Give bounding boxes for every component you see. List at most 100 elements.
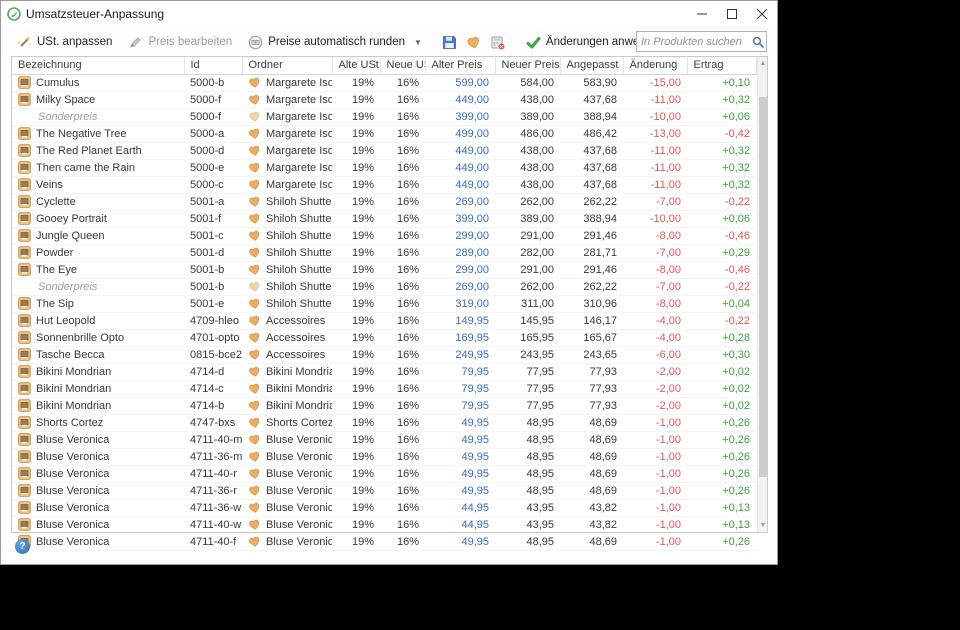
scrollbar-thumb[interactable]	[758, 97, 768, 477]
adjusted-cell: 43,82	[560, 516, 623, 534]
product-icon	[18, 314, 31, 327]
table-row[interactable]: Sonnenbrille Opto 4701-opto Accessoires 19%…	[12, 329, 756, 347]
old_vat-cell: 19%	[332, 346, 380, 364]
product-name-cell: The Red Planet Earth	[12, 142, 184, 160]
adjusted-cell: 43,82	[560, 499, 623, 517]
search-input[interactable]	[637, 35, 749, 48]
table-row[interactable]: The Red Planet Earth5000-dMargarete Isoh…	[12, 142, 756, 160]
column-header-new_vat[interactable]: Neue USt.	[380, 57, 426, 75]
table-row[interactable]: Tasche Becca 0815-bce2 Accessoires 19% 16% 24…	[12, 346, 756, 364]
change-cell: -1,00	[623, 499, 687, 517]
table-row[interactable]: Then came the Rain5000-eMargarete Isoh19…	[12, 159, 756, 177]
column-header-old_vat[interactable]: Alte USt.	[332, 57, 381, 75]
adjusted-cell: 437,68	[560, 176, 623, 194]
table-row[interactable]: Veins5000-cMargarete Isoh19%16%449,00438…	[12, 176, 756, 194]
scroll-down-icon[interactable]: ▼	[758, 519, 769, 532]
folder-icon	[249, 349, 260, 360]
new_vat-cell: 16%	[380, 108, 425, 126]
profit-cell: +0,04	[687, 295, 756, 313]
table-row[interactable]: Bikini Mondrian4714-dBikini Mondrian19%1…	[12, 363, 756, 381]
column-header-new_price[interactable]: Neuer Preis	[495, 57, 561, 75]
old_vat-cell: 19%	[332, 482, 380, 500]
close-button[interactable]	[747, 1, 777, 27]
edit-price-button[interactable]: Preis bearbeiten	[120, 31, 240, 54]
table-row[interactable]: Bluse Veronica4711-40-wBluse Veronica19%…	[12, 516, 756, 534]
minimize-button[interactable]	[687, 1, 717, 27]
help-button[interactable]: ?	[15, 539, 30, 554]
folder-cell: Bluse Veronica	[242, 499, 332, 517]
folder-cell: Margarete Isoh	[242, 108, 332, 126]
table-row[interactable]: Sonderpreis 5000-fMargarete Isoh19%16%399…	[12, 108, 756, 126]
search-box	[636, 31, 767, 52]
table-row[interactable]: Bluse Veronica4711-40-mBluse Veronica19%…	[12, 431, 756, 449]
new_price-cell: 291,00	[495, 227, 560, 245]
product-name-cell: Bluse Veronica	[12, 499, 184, 517]
maximize-button[interactable]	[717, 1, 747, 27]
old_price-cell: 169,95	[425, 329, 495, 347]
table-row[interactable]: Milky Space5000-fMargarete Isoh19%16%449…	[12, 91, 756, 109]
table-row[interactable]: Hut Leopold 4709-hleo Accessoires 19% 16% 149…	[12, 312, 756, 330]
adjusted-cell: 437,68	[560, 91, 623, 109]
table-row[interactable]: Bluse Veronica4711-36-mBluse Veronica19%…	[12, 448, 756, 466]
change-cell: -2,00	[623, 363, 687, 381]
column-header-old_price[interactable]: Alter Preis	[425, 57, 496, 75]
table-row[interactable]: Bluse Veronica4711-40-rBluse Veronica19%…	[12, 465, 756, 483]
product-icon	[18, 501, 31, 514]
table-row[interactable]: The Negative Tree5000-aMargarete Isoh19%…	[12, 125, 756, 143]
column-header-adjusted[interactable]: Angepasst	[560, 57, 624, 75]
column-header-id[interactable]: Id	[184, 57, 243, 75]
folder-cell: Accessoires	[242, 312, 332, 330]
column-header-profit[interactable]: Ertrag	[687, 57, 757, 75]
new_price-cell: 311,00	[495, 295, 560, 313]
table-row[interactable]: Cumulus5000-bMargarete Isoh19%16%599,005…	[12, 74, 756, 92]
product-name-cell: Cyclette	[12, 193, 184, 211]
product-name-cell: The Negative Tree	[12, 125, 184, 143]
folder-icon	[249, 366, 260, 377]
table-row[interactable]: The Eye5001-bShiloh Shutters19%16%299,00…	[12, 261, 756, 279]
auto-round-button[interactable]: Preise automatisch runden ▼	[240, 31, 430, 54]
scroll-up-icon[interactable]: ▲	[758, 57, 769, 70]
column-header-name[interactable]: Bezeichnung	[12, 57, 185, 75]
id-cell: 4711-40-w	[184, 516, 242, 534]
round-prices-icon	[248, 35, 263, 50]
old_vat-cell: 19%	[332, 125, 380, 143]
product-icon	[18, 297, 31, 310]
old_vat-cell: 19%	[332, 363, 380, 381]
calculation-button[interactable]	[486, 31, 510, 53]
old_vat-cell: 19%	[332, 414, 380, 432]
profit-cell: -0,42	[687, 125, 756, 143]
table-row[interactable]: Gooey Portrait5001-fShiloh Shutters19%16…	[12, 210, 756, 228]
table-row[interactable]: Bluse Veronica4711-36-rBluse Veronica19%…	[12, 482, 756, 500]
profit-cell: +0,26	[687, 448, 756, 466]
table-row[interactable]: Bikini Mondrian4714-bBikini Mondrian19%1…	[12, 397, 756, 415]
table-row[interactable]: Bluse Veronica4711-40-fBluse Veronica19%…	[12, 533, 756, 551]
vertical-scrollbar[interactable]: ▲ ▼	[756, 57, 769, 532]
save-button[interactable]	[438, 31, 462, 53]
table-row[interactable]: Shorts Cortez 4747-bxs Shorts Cortez 19% 16%…	[12, 414, 756, 432]
search-icon[interactable]	[749, 36, 766, 48]
table-row[interactable]: Sonderpreis5001-bShiloh Shutters19%16%26…	[12, 278, 756, 296]
table-row[interactable]: Bluse Veronica4711-36-wBluse Veronica19%…	[12, 499, 756, 517]
folder-cell: Bikini Mondrian	[242, 363, 332, 381]
adjust-vat-button[interactable]: USt. anpassen	[9, 31, 120, 54]
table-row[interactable]: Powder5001-dShiloh Shutters19%16%289,002…	[12, 244, 756, 262]
column-header-change[interactable]: Änderung	[623, 57, 688, 75]
new_vat-cell: 16%	[380, 533, 425, 551]
chevron-down-icon[interactable]: ▼	[414, 38, 422, 47]
product-name-cell: Bluse Veronica	[12, 465, 184, 483]
profit-cell: +0,26	[687, 465, 756, 483]
folder-icon	[249, 400, 260, 411]
products-button[interactable]	[462, 31, 486, 53]
product-icon	[18, 518, 31, 531]
product-name-cell: Veins	[12, 176, 184, 194]
table-row[interactable]: Cyclette5001-aShiloh Shutters19%16%269,0…	[12, 193, 756, 211]
adjusted-cell: 48,69	[560, 414, 623, 432]
column-header-folder[interactable]: Ordner	[242, 57, 333, 75]
table-row[interactable]: The Sip5001-eShiloh Shutters19%16%319,00…	[12, 295, 756, 313]
table-row[interactable]: Jungle Queen5001-cShiloh Shutters19%16%2…	[12, 227, 756, 245]
change-cell: -8,00	[623, 261, 687, 279]
table-row[interactable]: Bikini Mondrian4714-cBikini Mondrian19%1…	[12, 380, 756, 398]
old_price-cell: 49,95	[425, 431, 495, 449]
id-cell: 5001-b	[184, 278, 242, 296]
new_price-cell: 48,95	[495, 448, 560, 466]
